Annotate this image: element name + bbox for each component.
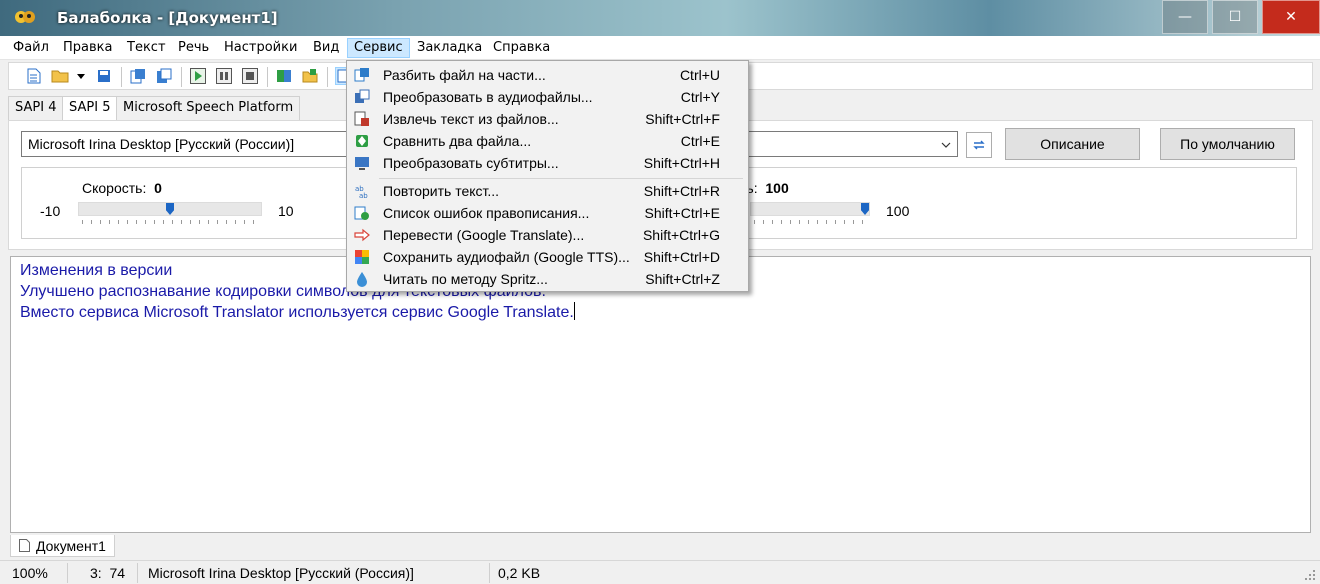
text-caret bbox=[573, 302, 575, 320]
status-position: 3: 74 bbox=[86, 563, 138, 583]
menu-service[interactable]: Сервис bbox=[347, 38, 410, 58]
app-logo-icon bbox=[15, 11, 35, 23]
volume-slider[interactable] bbox=[750, 202, 870, 216]
menu-file[interactable]: Файл bbox=[7, 38, 55, 58]
menu-edit[interactable]: Правка bbox=[57, 38, 118, 58]
tab-sapi5[interactable]: SAPI 5 bbox=[62, 96, 118, 120]
speed-min: -10 bbox=[40, 203, 61, 219]
speed-label: Скорость: 0 bbox=[82, 180, 162, 196]
open-dropdown-icon[interactable] bbox=[75, 67, 87, 85]
translate-icon bbox=[354, 228, 370, 242]
menu-item-subtitles[interactable]: Преобразовать субтитры... Shift+Ctrl+H bbox=[349, 152, 746, 174]
save-icon[interactable] bbox=[95, 67, 113, 85]
compare-files-icon bbox=[356, 135, 368, 147]
open-folder-icon[interactable] bbox=[51, 67, 69, 85]
resize-grip-icon[interactable] bbox=[1304, 569, 1316, 581]
text-editor[interactable]: Изменения в версии Улучшено распознавани… bbox=[10, 256, 1311, 533]
repeat-text-icon: abab bbox=[355, 185, 368, 199]
tab-speech-platform[interactable]: Microsoft Speech Platform bbox=[116, 96, 301, 120]
menu-separator bbox=[379, 178, 743, 179]
menu-text[interactable]: Текст bbox=[121, 38, 172, 58]
speed-slider[interactable] bbox=[78, 202, 262, 216]
pause-icon[interactable] bbox=[215, 67, 233, 85]
menu-view[interactable]: Вид bbox=[307, 38, 345, 58]
swap-arrows-icon bbox=[973, 140, 985, 150]
speed-value: 0 bbox=[154, 180, 162, 196]
stop-icon[interactable] bbox=[241, 67, 259, 85]
volume-value: 100 bbox=[765, 180, 789, 196]
menu-item-split-file[interactable]: Разбить файл на части... Ctrl+U bbox=[349, 64, 746, 86]
menu-speech[interactable]: Речь bbox=[172, 38, 215, 58]
document-tab[interactable]: Документ1 bbox=[10, 535, 115, 557]
description-button[interactable]: Описание bbox=[1005, 128, 1140, 160]
export-icon[interactable] bbox=[155, 67, 173, 85]
book-icon[interactable] bbox=[275, 67, 293, 85]
status-voice: Microsoft Irina Desktop [Русский (Россия… bbox=[144, 563, 490, 583]
speed-max: 10 bbox=[278, 203, 294, 219]
menu-item-compare-files[interactable]: Сравнить два файла... Ctrl+E bbox=[349, 130, 746, 152]
menu-bar: Файл Правка Текст Речь Настройки Вид Сер… bbox=[0, 36, 1320, 60]
menu-item-translate[interactable]: Перевести (Google Translate)... Shift+Ct… bbox=[349, 224, 746, 246]
extract-text-icon bbox=[354, 111, 369, 126]
maximize-button[interactable]: ☐ bbox=[1212, 0, 1258, 34]
audio-convert-icon bbox=[355, 89, 370, 103]
folder-audio-icon[interactable] bbox=[301, 67, 319, 85]
window-title: Балаболка - [Документ1] bbox=[57, 9, 278, 27]
new-document-icon[interactable] bbox=[25, 67, 43, 85]
default-button[interactable]: По умолчанию bbox=[1160, 128, 1295, 160]
import-icon[interactable] bbox=[129, 67, 147, 85]
split-file-icon bbox=[354, 68, 369, 82]
chevron-down-icon bbox=[941, 142, 951, 148]
subtitles-icon bbox=[355, 157, 369, 170]
status-zoom: 100% bbox=[8, 563, 68, 583]
menu-item-extract-text[interactable]: Извлечь текст из файлов... Shift+Ctrl+F bbox=[349, 108, 746, 130]
minimize-button[interactable]: — bbox=[1162, 0, 1208, 34]
tab-sapi4[interactable]: SAPI 4 bbox=[8, 96, 64, 120]
play-icon[interactable] bbox=[189, 67, 207, 85]
menu-item-audio-convert[interactable]: Преобразовать в аудиофайлы... Ctrl+Y bbox=[349, 86, 746, 108]
menu-item-repeat-text[interactable]: ab ab Повторить текст... Shift+Ctrl+R bbox=[349, 180, 746, 202]
document-icon bbox=[19, 539, 30, 552]
editor-line: Вместо сервиса Microsoft Translator испо… bbox=[20, 302, 575, 321]
menu-settings[interactable]: Настройки bbox=[218, 38, 303, 58]
menu-item-spelling-list[interactable]: Список ошибок правописания... Shift+Ctrl… bbox=[349, 202, 746, 224]
menu-help[interactable]: Справка bbox=[487, 38, 556, 58]
speed-slider-thumb[interactable] bbox=[166, 203, 174, 215]
speed-ticks bbox=[82, 220, 260, 224]
title-bar: Балаболка - [Документ1] — ☐ ✕ bbox=[0, 0, 1320, 36]
spelling-list-icon bbox=[354, 206, 369, 220]
status-bar: 100% 3: 74 Microsoft Irina Desktop [Русс… bbox=[0, 560, 1320, 584]
service-menu-dropdown: Разбить файл на части... Ctrl+U Преобраз… bbox=[346, 60, 749, 292]
status-size: 0,2 KB bbox=[498, 565, 541, 581]
volume-slider-thumb[interactable] bbox=[861, 203, 869, 215]
menu-bookmark[interactable]: Закладка bbox=[411, 38, 488, 58]
volume-max: 100 bbox=[886, 203, 910, 219]
voice-select-value: Microsoft Irina Desktop [Русский (России… bbox=[28, 136, 295, 152]
close-button[interactable]: ✕ bbox=[1262, 0, 1320, 34]
document-tab-label: Документ1 bbox=[36, 537, 106, 554]
google-tts-icon bbox=[355, 250, 369, 264]
volume-ticks bbox=[754, 220, 868, 224]
svg-text:ab: ab bbox=[359, 192, 368, 199]
menu-item-spritz[interactable]: Читать по методу Spritz... Shift+Ctrl+Z bbox=[349, 268, 746, 290]
voice-swap-button[interactable] bbox=[966, 132, 992, 158]
menu-item-google-tts[interactable]: Сохранить аудиофайл (Google TTS)... Shif… bbox=[349, 246, 746, 268]
spritz-drop-icon bbox=[357, 272, 367, 287]
